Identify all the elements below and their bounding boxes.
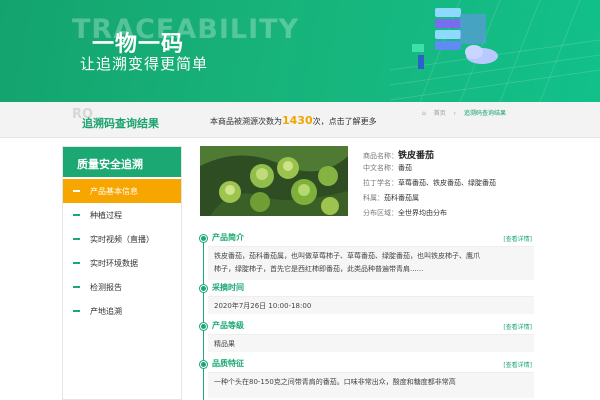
breadcrumb-current: 追溯码查询结果: [464, 110, 507, 117]
sidebar-item-planting[interactable]: 种植过程: [63, 203, 181, 227]
timeline-dot-icon: [200, 285, 207, 292]
sidebar-item-environment[interactable]: 实时环境数据: [63, 251, 181, 275]
section-text: 2020年7月26日 10:00-18:00: [214, 302, 312, 310]
sidebar-item-label: 实时环境数据: [90, 258, 138, 268]
detail-timeline: 产品简介 [查看详情] 铁皮番茄，茄科番茄属，也叫做草莓柿子、草莓番茄、绿腚番茄…: [200, 232, 536, 400]
section-title: 产品简介: [212, 233, 244, 242]
section-text: 柿子，绿腚柿子，首先它是西红柿即番茄，此类品种普遍带青肩......: [214, 265, 424, 273]
tomato-photo-icon: [200, 146, 348, 216]
trace-count-value: 1430: [282, 114, 313, 127]
dash-icon: [73, 190, 80, 192]
sidebar-item-label: 检测报告: [90, 282, 122, 292]
info-key: 分布区域：: [363, 209, 398, 217]
view-details-link[interactable]: [查看详情]: [503, 322, 532, 331]
sidebar-item-live-video[interactable]: 实时视频（直播）: [63, 227, 181, 251]
breadcrumb-separator: ›: [453, 110, 457, 117]
timeline-dot-icon: [200, 361, 207, 368]
dash-icon: [73, 238, 80, 240]
breadcrumb: ⌂ 首页 › 追溯码查询结果: [422, 108, 512, 117]
sidebar-item-label: 实时视频（直播）: [90, 234, 154, 244]
sidebar-item-label: 产地追溯: [90, 306, 122, 316]
sidebar-title: 质量安全追溯: [63, 147, 181, 177]
info-row-region: 分布区域：全世界均由分布: [363, 208, 496, 223]
section-body: 精品果: [208, 334, 534, 352]
info-value: 全世界均由分布: [398, 209, 447, 217]
view-details-link[interactable]: [查看详情]: [503, 234, 532, 243]
sidebar-item-origin[interactable]: 产地追溯: [63, 299, 181, 323]
info-value: 番茄: [398, 164, 412, 172]
info-row-name: 商品名称：铁皮番茄: [363, 148, 496, 163]
dash-icon: [73, 310, 80, 312]
sidebar-item-label: 种植过程: [90, 210, 122, 220]
info-key: 商品名称：: [363, 152, 398, 160]
dash-icon: [73, 214, 80, 216]
section-grade: 产品等级 [查看详情] 精品果: [200, 320, 536, 352]
hero-banner: TRACEABILITY 一物一码 让追溯变得更简单: [0, 0, 600, 102]
section-body: 2020年7月26日 10:00-18:00: [208, 296, 534, 314]
sidebar-item-label: 产品基本信息: [90, 186, 138, 196]
info-row-family: 科属：茄科番茄属: [363, 193, 496, 208]
timeline-dot-icon: [200, 235, 207, 242]
section-body: 一种个头在80-150克之间带青肩的番茄。口味非常出众，酸度和糖度都非常高: [208, 372, 534, 398]
section-quality: 品质特征 [查看详情] 一种个头在80-150克之间带青肩的番茄。口味非常出众，…: [200, 358, 536, 398]
info-value: 茄科番茄属: [384, 194, 419, 202]
sidebar-item-basic-info[interactable]: 产品基本信息: [63, 179, 181, 203]
info-key: 中文名称：: [363, 164, 398, 172]
section-title: 产品等级: [212, 321, 244, 330]
dash-icon: [73, 262, 80, 264]
banner-subline: 让追溯变得更简单: [80, 55, 209, 73]
page-title: 追溯码查询结果: [82, 117, 159, 130]
product-photo: [200, 146, 348, 216]
section-body: 铁皮番茄，茄科番茄属，也叫做草莓柿子、草莓番茄、绿腚番茄，也叫铁皮柿子、鹰爪 柿…: [208, 246, 534, 280]
result-header-bar: RO 追溯码查询结果 本商品被溯源次数为1430次，点击了解更多 ⌂ 首页 › …: [0, 102, 600, 138]
server-cloud-illustration-icon: [390, 0, 600, 102]
section-title: 采摘时间: [212, 283, 244, 292]
section-text: 精品果: [214, 340, 235, 348]
trace-count-prefix: 本商品被溯源次数为: [210, 117, 282, 126]
info-key: 科属：: [363, 194, 384, 202]
section-harvest-time: 采摘时间 2020年7月26日 10:00-18:00: [200, 282, 536, 314]
view-details-link[interactable]: [查看详情]: [503, 360, 532, 369]
dash-icon: [73, 286, 80, 288]
info-row-chinese-name: 中文名称：番茄: [363, 163, 496, 178]
section-text: 一种个头在80-150克之间带青肩的番茄。口味非常出众，酸度和糖度都非常高: [214, 378, 456, 386]
section-intro: 产品简介 [查看详情] 铁皮番茄，茄科番茄属，也叫做草莓柿子、草莓番茄、绿腚番茄…: [200, 232, 536, 280]
sidebar-item-report[interactable]: 检测报告: [63, 275, 181, 299]
home-icon: ⌂: [422, 110, 426, 117]
trace-count-suffix[interactable]: 次，点击了解更多: [313, 117, 377, 126]
info-value: 铁皮番茄: [398, 151, 435, 161]
section-title: 品质特征: [212, 359, 244, 368]
info-key: 拉丁学名：: [363, 179, 398, 187]
server-stack-icon: [435, 8, 461, 50]
section-text: 铁皮番茄，茄科番茄属，也叫做草莓柿子、草莓番茄、绿腚番茄，也叫铁皮柿子、鹰爪: [214, 252, 480, 260]
timeline-dot-icon: [200, 323, 207, 330]
product-info: 商品名称：铁皮番茄 中文名称：番茄 拉丁学名：草莓番茄、铁皮番茄、绿腚番茄 科属…: [363, 148, 496, 223]
info-value: 草莓番茄、铁皮番茄、绿腚番茄: [398, 179, 496, 187]
info-row-latin-name: 拉丁学名：草莓番茄、铁皮番茄、绿腚番茄: [363, 178, 496, 193]
trace-count-text[interactable]: 本商品被溯源次数为1430次，点击了解更多: [210, 114, 377, 127]
breadcrumb-home[interactable]: 首页: [434, 110, 446, 117]
sidebar: 质量安全追溯 产品基本信息 种植过程 实时视频（直播） 实时环境数据 检测报告 …: [62, 146, 182, 400]
